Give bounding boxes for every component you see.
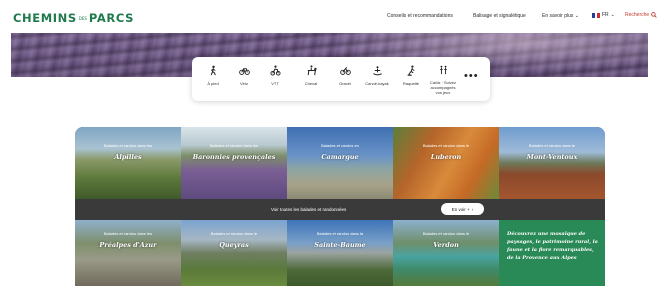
destination-tile-luberon[interactable]: Balades et randos dans le Luberon <box>393 127 499 199</box>
mont-ventoux-photo <box>499 127 605 199</box>
discover-mosaic-tile: Découvrez une mosaïque de paysages, le p… <box>499 220 605 286</box>
bike-icon <box>238 68 250 75</box>
baronnies-photo <box>181 127 287 199</box>
activity-canoe-kayak[interactable]: Canoë-kayak <box>362 65 392 95</box>
see-more-button[interactable]: En voir + › <box>441 203 484 215</box>
camargue-photo <box>287 127 393 199</box>
horse-icon <box>307 65 317 76</box>
canoe-icon <box>372 66 382 76</box>
sainte-baume-photo <box>287 220 393 286</box>
language-selector[interactable]: FR ⌄ <box>592 12 615 18</box>
activity-raquette[interactable]: Raquette <box>396 65 426 95</box>
snowshoe-icon <box>406 65 415 76</box>
verdon-photo <box>393 220 499 286</box>
activity-famille[interactable]: Caïds · Suivez accompagnés vos jeux <box>428 65 458 95</box>
destination-tile-prealpes-azur[interactable]: Balades et randos dans les Préalpes d'Az… <box>75 220 181 286</box>
site-logo[interactable]: CHEMINS DES PARCS <box>13 11 134 25</box>
hiker-icon <box>210 65 216 76</box>
destination-tile-queyras[interactable]: Balades et randos dans le Queyras <box>181 220 287 286</box>
destination-tile-baronnies[interactable]: Balades et randos dans les Baronnies pro… <box>181 127 287 199</box>
mountain-bike-icon <box>269 65 281 76</box>
nav-link-balisage[interactable]: Balisage et signalétique <box>473 13 526 19</box>
destination-tile-sainte-baume[interactable]: Balades et randos dans la Sainte-Baume <box>287 220 393 286</box>
family-icon <box>439 65 447 75</box>
destinations-grid: Balades et randos dans les Alpilles Bala… <box>75 127 605 286</box>
destination-tile-alpilles[interactable]: Balades et randos dans les Alpilles <box>75 127 181 199</box>
logo-word-right: PARCS <box>88 11 134 25</box>
queyras-photo <box>181 220 287 286</box>
search-label: Recherche <box>625 12 650 18</box>
gravel-icon <box>339 66 351 75</box>
chevron-down-icon: ⌄ <box>574 13 579 19</box>
destination-tile-mont-ventoux[interactable]: Balades et randos dans le Mont-Ventoux <box>499 127 605 199</box>
logo-word-mid: DES <box>78 15 87 21</box>
activity-a-pied[interactable]: À pied <box>198 65 228 95</box>
site-header: CHEMINS DES PARCS Conseils et recommanda… <box>0 0 659 33</box>
nav-link-en-savoir-plus[interactable]: En savoir plus ⌄ <box>542 13 579 19</box>
logo-word-left: CHEMINS <box>13 11 77 25</box>
nav-link-conseils[interactable]: Conseils et recommandations <box>387 13 453 19</box>
activity-cheval[interactable]: Cheval <box>296 65 326 95</box>
french-flag-icon <box>592 12 601 18</box>
prealpes-photo <box>75 220 181 286</box>
luberon-photo <box>393 127 499 199</box>
activity-vtt[interactable]: VTT <box>260 65 290 95</box>
all-walks-text: Voir toutes les balades et randonnées <box>271 207 347 212</box>
search-button[interactable]: Recherche <box>625 12 657 18</box>
destination-tile-verdon[interactable]: Balades et randos dans le Verdon <box>393 220 499 286</box>
destination-tile-camargue[interactable]: Balades et randos en Camargue <box>287 127 393 199</box>
chevron-right-icon: › <box>471 206 474 212</box>
activity-filter-bar: À pied Vélo VTT Cheval Gravel Canoë-kaya… <box>192 57 490 101</box>
chevron-down-icon: ⌄ <box>610 12 615 18</box>
search-icon <box>651 12 657 18</box>
activity-gravel[interactable]: Gravel <box>330 65 360 95</box>
language-label: FR <box>602 12 609 18</box>
alpilles-photo <box>75 127 181 199</box>
more-activities-button[interactable]: ••• <box>464 70 479 82</box>
activity-velo[interactable]: Vélo <box>229 65 259 95</box>
